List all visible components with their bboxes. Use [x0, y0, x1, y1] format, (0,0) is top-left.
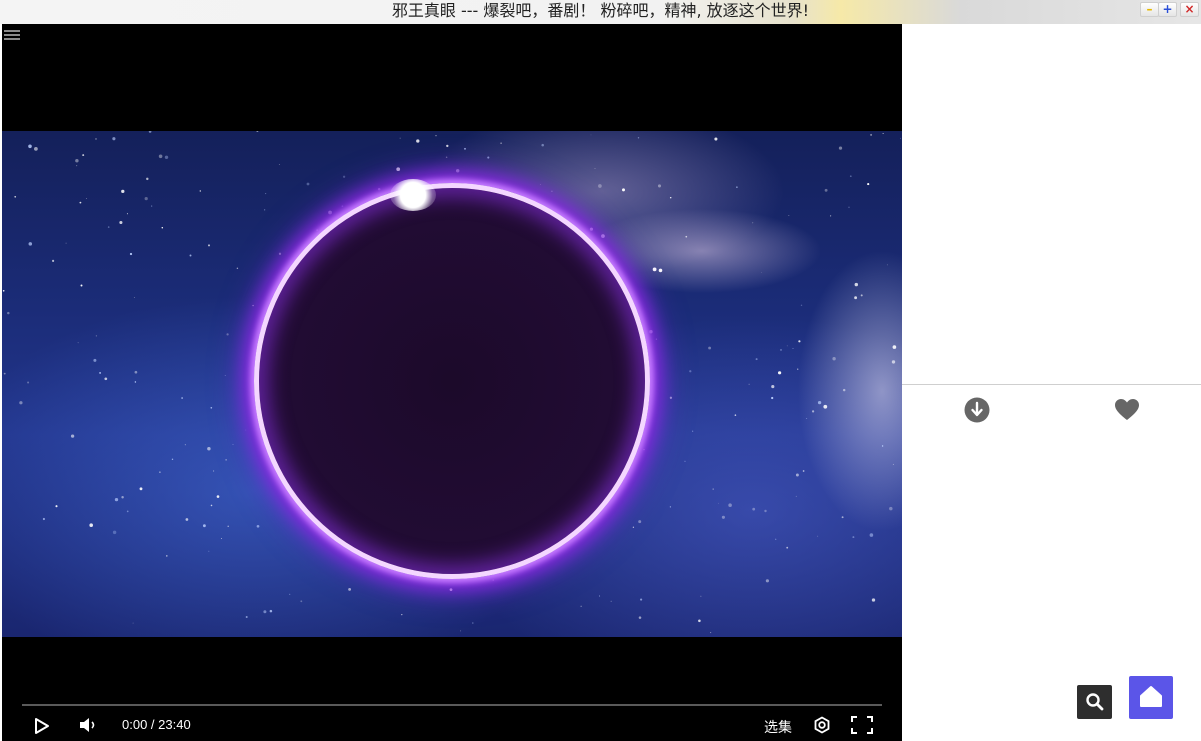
play-icon: [35, 718, 49, 734]
maximize-icon: +: [1162, 2, 1173, 16]
play-button[interactable]: [34, 717, 50, 735]
video-player[interactable]: 0:00 / 23:40 选集: [2, 24, 902, 741]
minimize-icon: –: [1146, 2, 1153, 16]
hamburger-menu-icon[interactable]: [4, 28, 20, 42]
volume-icon: [80, 718, 95, 732]
progress-bar[interactable]: [22, 704, 882, 706]
window-title: 邪王真眼 --- 爆裂吧，番剧！ 粉碎吧，精神, 放逐这个世界!: [391, 1, 810, 20]
side-panel: [902, 24, 1201, 384]
volume-button[interactable]: [78, 716, 98, 734]
download-button[interactable]: [964, 397, 990, 423]
fullscreen-icon: [851, 716, 873, 734]
panel-divider: [902, 384, 1201, 385]
search-icon: [1086, 693, 1104, 711]
settings-button[interactable]: [813, 716, 831, 734]
home-button[interactable]: [1129, 676, 1173, 719]
favorite-button[interactable]: [1114, 398, 1140, 422]
light-flare: [390, 179, 436, 211]
download-icon: [964, 397, 990, 423]
video-frame[interactable]: [2, 131, 902, 637]
episodes-button[interactable]: 选集: [764, 717, 792, 737]
fullscreen-button[interactable]: [851, 716, 873, 734]
search-button[interactable]: [1077, 685, 1112, 719]
home-icon: [1140, 686, 1162, 707]
heart-icon: [1115, 399, 1139, 420]
minimize-button[interactable]: –: [1140, 2, 1159, 17]
settings-icon: [814, 716, 830, 734]
glowing-ring: [254, 183, 650, 579]
time-display: 0:00 / 23:40: [122, 717, 191, 732]
close-button[interactable]: ×: [1180, 2, 1199, 17]
maximize-button[interactable]: +: [1158, 2, 1177, 17]
close-icon: ×: [1184, 2, 1195, 16]
window-title-bar: 邪王真眼 --- 爆裂吧，番剧！ 粉碎吧，精神, 放逐这个世界! – + ×: [0, 0, 1201, 24]
